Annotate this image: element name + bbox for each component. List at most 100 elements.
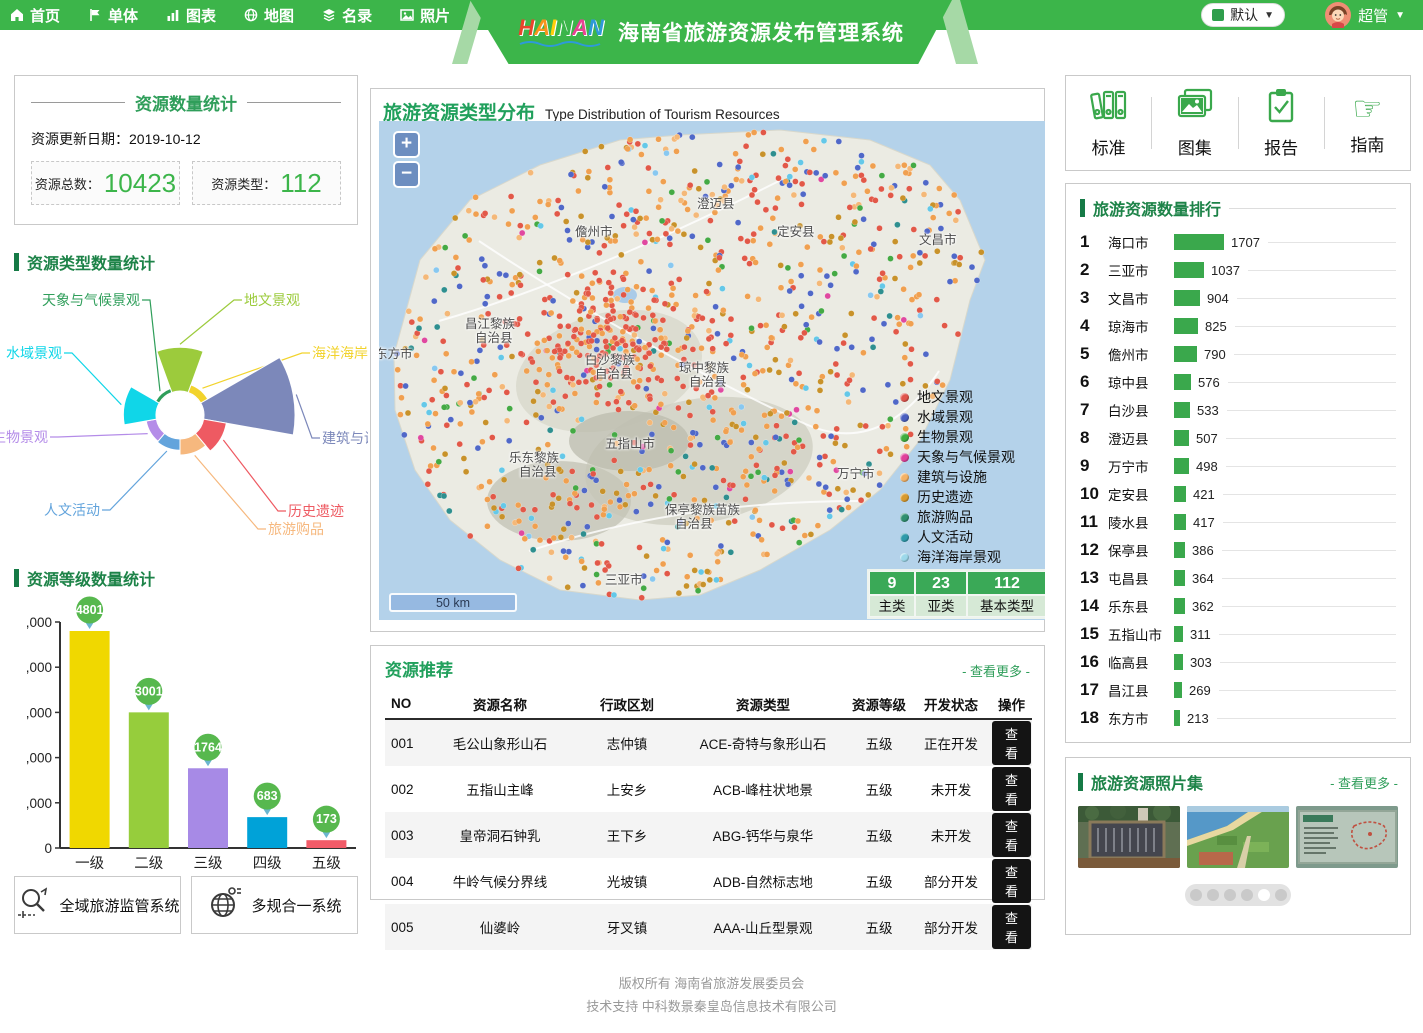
view-button[interactable]: 查看	[992, 905, 1031, 949]
table-cell: 五级	[847, 812, 911, 858]
map-stat-label: 亚类	[915, 595, 967, 617]
map-canvas[interactable]: + − 50 km 地文景观水域景观生物景观天象与气候景观建筑与设施历史遗迹旅游…	[379, 121, 1045, 620]
legend-ball-icon	[900, 413, 909, 422]
photo-thumb[interactable]	[1187, 806, 1289, 868]
rank-value: 576	[1198, 375, 1220, 390]
rank-bar	[1174, 570, 1185, 586]
table-cell: 牙叉镇	[575, 904, 679, 950]
rank-bar	[1174, 290, 1200, 306]
rank-city-name: 万宁市	[1108, 456, 1174, 476]
level-category-label: 二级	[134, 855, 163, 872]
view-button[interactable]: 查看	[992, 859, 1031, 903]
photos-more-link[interactable]: - 查看更多 -	[1330, 773, 1398, 792]
update-date-line: 资源更新日期：2019-10-12	[31, 129, 341, 149]
table-cell: 正在开发	[911, 719, 991, 766]
rank-value: 507	[1196, 431, 1218, 446]
rank-number: 5	[1080, 344, 1108, 364]
rank-leader-line	[1219, 690, 1396, 691]
quick-link-图集[interactable]: 图集	[1152, 87, 1237, 159]
rank-bar	[1174, 542, 1185, 558]
view-button[interactable]: 查看	[992, 767, 1031, 811]
page-title: 海南省旅游资源发布管理系统	[618, 17, 904, 47]
ranking-row-海口市: 1海口市1707	[1080, 228, 1396, 256]
nav-item-名录[interactable]: 名录	[322, 5, 372, 26]
city-label-白沙黎族: 白沙黎族自治县	[585, 353, 635, 381]
rank-bar	[1174, 402, 1190, 418]
column-header-操作: 操作	[991, 689, 1032, 719]
rank-city-name: 海口市	[1108, 232, 1174, 252]
table-cell: 五级	[847, 719, 911, 766]
map-summary-stats: 923112主类亚类基本类型	[867, 569, 1045, 619]
table-cell: ABG-钙华与泉华	[679, 812, 847, 858]
pager-dot-3[interactable]	[1224, 889, 1236, 901]
city-label-保亭黎族苗族: 保亭黎族苗族自治县	[665, 503, 740, 531]
column-header-资源等级: 资源等级	[847, 689, 911, 719]
ranking-row-白沙县: 7白沙县533	[1080, 396, 1396, 424]
view-button[interactable]: 查看	[992, 721, 1031, 765]
table-cell: 仙婆岭	[425, 904, 575, 950]
photo-icon	[400, 8, 414, 22]
nav-item-图表[interactable]: 图表	[166, 5, 216, 26]
pager-dot-4[interactable]	[1241, 889, 1253, 901]
table-cell-action: 查看	[991, 766, 1032, 812]
quick-link-标准[interactable]: 标准	[1066, 87, 1151, 159]
dashboard: 首页 单体 图表 地图 名录 照片 HAINAN 海南省旅游资源发布管理系统 默认 ▼ 超…	[0, 0, 1423, 1033]
legend-ball-icon	[900, 433, 909, 442]
city-label-乐东黎族: 乐东黎族自治县	[509, 451, 559, 479]
table-cell: 五级	[847, 766, 911, 812]
pager-dot-6[interactable]	[1275, 889, 1287, 901]
theme-select-button[interactable]: 默认 ▼	[1201, 3, 1285, 27]
logo-wave-icon	[518, 40, 604, 48]
rank-bar	[1174, 458, 1189, 474]
rank-number: 18	[1080, 708, 1108, 728]
rank-bar	[1174, 262, 1204, 278]
recommend-table: NO资源名称行政区划资源类型资源等级开发状态操作001毛公山象形山石志仲镇ACE…	[385, 689, 1032, 950]
rank-value: 825	[1205, 319, 1227, 334]
recommend-title: 资源推荐	[385, 656, 453, 681]
nav-item-label: 图表	[186, 5, 216, 26]
rank-bar	[1174, 430, 1189, 446]
rank-leader-line	[1223, 494, 1396, 495]
rank-value: 533	[1197, 403, 1219, 418]
recommend-more-link[interactable]: - 查看更多 -	[962, 661, 1030, 680]
quick-link-报告[interactable]: 报告	[1239, 87, 1324, 159]
svg-text:,000: ,000	[26, 751, 52, 766]
rank-leader-line	[1223, 522, 1396, 523]
system-button-多规合一系统[interactable]: 多规合一系统	[191, 876, 358, 934]
quick-link-指南[interactable]: ☞指南	[1325, 91, 1410, 156]
zoom-in-button[interactable]: +	[393, 131, 420, 158]
legend-label: 生物景观	[917, 427, 973, 447]
rank-city-name: 定安县	[1108, 484, 1174, 504]
ranking-row-乐东县: 14乐东县362	[1080, 592, 1396, 620]
system-button-全域旅游监管系统[interactable]: 全域旅游监管系统	[14, 876, 181, 934]
rose-slice-地文景观	[157, 347, 203, 392]
rank-bar	[1174, 234, 1224, 250]
user-menu[interactable]: 超管 ▼	[1325, 1, 1405, 29]
rank-bar	[1174, 654, 1183, 670]
photo-thumb[interactable]	[1296, 806, 1398, 868]
rank-city-name: 东方市	[1108, 708, 1174, 728]
total-resources-value: 10423	[104, 168, 176, 199]
nav-item-照片[interactable]: 照片	[400, 5, 450, 26]
rank-city-name: 临高县	[1108, 652, 1174, 672]
nav-item-首页[interactable]: 首页	[10, 5, 60, 26]
ranking-row-琼海市: 4琼海市825	[1080, 312, 1396, 340]
nav-item-地图[interactable]: 地图	[244, 5, 294, 26]
rose-label-海洋海岸景观: 海洋海岸景观	[312, 345, 368, 361]
copyright-line: 版权所有 海南省旅游发展委员会	[0, 972, 1423, 995]
nav-item-label: 名录	[342, 5, 372, 26]
city-label-万宁市: 万宁市	[837, 467, 875, 481]
city-label-昌江黎族: 昌江黎族自治县	[465, 317, 515, 345]
pager-dot-2[interactable]	[1207, 889, 1219, 901]
header-banner: HAINAN 海南省旅游资源发布管理系统	[470, 0, 952, 64]
pager-dot-1[interactable]	[1190, 889, 1202, 901]
level-category-label: 三级	[194, 855, 223, 872]
pager-dot-5[interactable]	[1258, 889, 1270, 901]
chevron-down-icon: ▼	[1264, 10, 1274, 21]
rose-slice-水域景观	[123, 387, 159, 425]
photo-thumb[interactable]	[1078, 806, 1180, 868]
rank-leader-line	[1228, 382, 1396, 383]
view-button[interactable]: 查看	[992, 813, 1031, 857]
zoom-out-button[interactable]: −	[393, 161, 420, 188]
nav-item-单体[interactable]: 单体	[88, 5, 138, 26]
